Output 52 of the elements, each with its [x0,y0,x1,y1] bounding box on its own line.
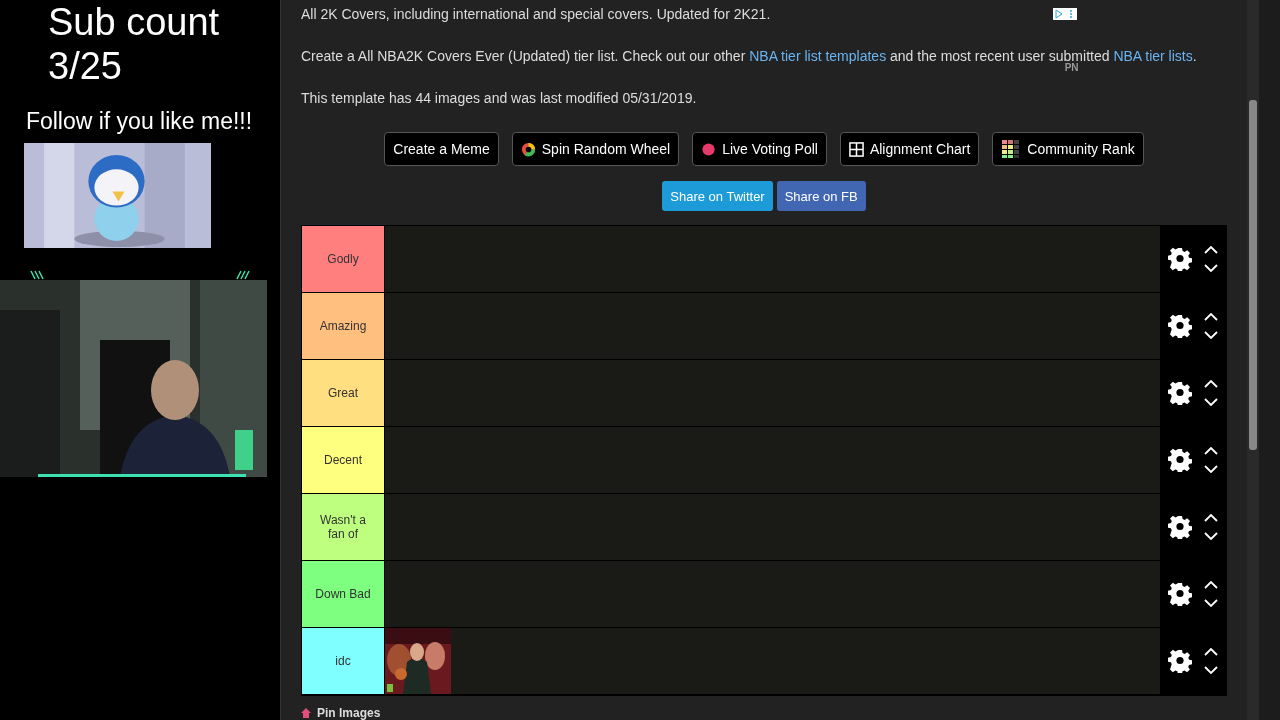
description-text: Create a All NBA2K Covers Ever (Updated) tier list. Check out our other NBA tier list templates and the most recent user submitted NBA tier lists. [301,48,1197,64]
settings-icon[interactable] [1168,649,1192,673]
tier-label[interactable]: idc [302,628,384,694]
tool-button[interactable]: Community Rank [992,132,1144,166]
move-down-icon[interactable] [1204,532,1218,540]
settings-icon[interactable] [1168,381,1192,405]
move-up-icon[interactable] [1204,313,1218,321]
move-up-icon[interactable] [1204,581,1218,589]
settings-icon[interactable] [1168,247,1192,271]
tool-button[interactable]: Spin Random Wheel [511,132,680,166]
tier-label[interactable]: Great [302,360,384,426]
move-down-icon[interactable] [1204,331,1218,339]
settings-icon[interactable] [1168,448,1192,472]
move-down-icon[interactable] [1204,398,1218,406]
tier-label[interactable]: Down Bad [302,561,384,627]
tier-list-link[interactable]: NBA tier list templates [749,48,887,64]
tool-button[interactable]: Live Voting Poll [692,132,827,166]
tier-label[interactable]: Godly [302,226,384,292]
sub-count-label: Sub count [48,0,220,44]
record-dot-icon [701,141,717,157]
settings-icon[interactable] [1168,515,1192,539]
move-up-icon[interactable] [1204,514,1218,522]
settings-icon[interactable] [1168,314,1192,338]
move-down-icon[interactable] [1204,599,1218,607]
slash-marks-icon [236,270,250,280]
slash-marks-icon [30,270,44,280]
rank-grid-icon [1001,139,1022,159]
tier-label[interactable]: Decent [302,427,384,493]
sub-count-value: 3/25 [48,44,122,88]
tier-list-link[interactable]: NBA tier lists [1113,48,1193,64]
move-up-icon[interactable] [1204,648,1218,656]
share-button[interactable]: Share on FB [776,181,866,211]
pn-label: PN [1064,62,1079,73]
pin-icon [301,708,311,718]
follow-text: Follow if you like me!!! [25,108,253,135]
move-down-icon[interactable] [1204,666,1218,674]
tier-label[interactable]: Wasn't a fan of [302,494,384,560]
tool-button[interactable]: Create a Meme [384,132,499,166]
grid-icon [848,141,864,157]
template-info-text: This template has 44 images and was last modified 05/31/2019. [301,90,698,106]
scrollbar[interactable] [1247,0,1259,720]
pin-images-label[interactable]: Pin Images [317,706,381,720]
move-up-icon[interactable] [1204,447,1218,455]
move-down-icon[interactable] [1204,465,1218,473]
settings-icon[interactable] [1168,582,1192,606]
move-up-icon[interactable] [1204,246,1218,254]
tier-label[interactable]: Amazing [302,293,384,359]
color-wheel-icon [520,141,536,157]
tool-button[interactable]: Alignment Chart [839,132,980,166]
move-up-icon[interactable] [1204,380,1218,388]
move-down-icon[interactable] [1204,264,1218,272]
intro-text: All 2K Covers, including international and special covers. Updated for 2K21. [301,6,771,22]
